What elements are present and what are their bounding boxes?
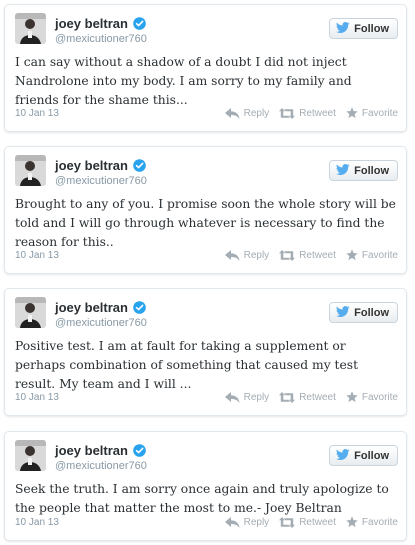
follow-label: Follow — [354, 22, 389, 35]
favorite-label: Favorite — [361, 391, 398, 403]
star-icon — [346, 249, 358, 261]
reply-button[interactable]: Reply — [224, 391, 270, 403]
follow-label: Follow — [354, 449, 389, 462]
retweet-label: Retweet — [299, 516, 336, 528]
user-handle[interactable]: @mexicutioner760 — [55, 33, 147, 45]
reply-button[interactable]: Reply — [224, 516, 270, 528]
retweet-label: Retweet — [299, 107, 336, 119]
retweet-icon — [279, 249, 296, 261]
tweet-footer: 10 Jan 13 Reply Retweet Favorite — [15, 389, 398, 405]
user-handle[interactable]: @mexicutioner760 — [55, 460, 147, 472]
favorite-button[interactable]: Favorite — [346, 249, 398, 261]
follow-button[interactable]: Follow — [329, 302, 398, 323]
retweet-button[interactable]: Retweet — [279, 107, 336, 119]
retweet-icon — [279, 516, 296, 528]
tweet-card: joey beltran @mexicutioner760 Follow Pos… — [4, 288, 407, 416]
twitter-bird-icon — [336, 304, 350, 322]
tweet-card: joey beltran @mexicutioner760 Follow Bro… — [4, 146, 407, 274]
avatar[interactable] — [15, 440, 46, 471]
follow-label: Follow — [354, 164, 389, 177]
follow-button[interactable]: Follow — [329, 18, 398, 39]
follow-label: Follow — [354, 306, 389, 319]
tweet-header: joey beltran @mexicutioner760 Follow — [15, 297, 398, 333]
tweet-text: Brought to any of you. I promise soon th… — [15, 197, 396, 249]
star-icon — [346, 391, 358, 403]
avatar[interactable] — [15, 13, 46, 44]
tweet-date[interactable]: 10 Jan 13 — [15, 392, 59, 403]
retweet-label: Retweet — [299, 391, 336, 403]
user-name[interactable]: joey beltran — [55, 16, 128, 31]
user-name[interactable]: joey beltran — [55, 300, 128, 315]
tweet-header: joey beltran @mexicutioner760 Follow — [15, 440, 398, 476]
star-icon — [346, 107, 358, 119]
tweet-header: joey beltran @mexicutioner760 Follow — [15, 155, 398, 191]
tweet-footer: 10 Jan 13 Reply Retweet Favorite — [15, 514, 398, 530]
verified-badge-icon — [133, 300, 146, 314]
retweet-button[interactable]: Retweet — [279, 249, 336, 261]
favorite-button[interactable]: Favorite — [346, 516, 398, 528]
avatar[interactable] — [15, 155, 46, 186]
tweet-text: Seek the truth. I am sorry once again an… — [15, 482, 389, 515]
tweet-header: joey beltran @mexicutioner760 Follow — [15, 13, 398, 49]
tweet-card: joey beltran @mexicutioner760 Follow I c… — [4, 4, 407, 132]
tweet-text: I can say without a shadow of a doubt I … — [15, 55, 352, 107]
verified-badge-icon — [133, 16, 146, 30]
reply-label: Reply — [243, 249, 270, 261]
favorite-button[interactable]: Favorite — [346, 107, 398, 119]
reply-arrow-icon — [224, 516, 240, 528]
user-name[interactable]: joey beltran — [55, 158, 128, 173]
tweet-footer: 10 Jan 13 Reply Retweet Favorite — [15, 247, 398, 263]
user-handle[interactable]: @mexicutioner760 — [55, 317, 147, 329]
twitter-bird-icon — [336, 162, 350, 180]
reply-arrow-icon — [224, 249, 240, 261]
avatar[interactable] — [15, 297, 46, 328]
favorite-label: Favorite — [361, 249, 398, 261]
twitter-bird-icon — [336, 20, 350, 38]
tweet-date[interactable]: 10 Jan 13 — [15, 250, 59, 261]
tweet-date[interactable]: 10 Jan 13 — [15, 108, 59, 119]
retweet-button[interactable]: Retweet — [279, 391, 336, 403]
reply-label: Reply — [243, 107, 270, 119]
reply-label: Reply — [243, 516, 270, 528]
retweet-button[interactable]: Retweet — [279, 516, 336, 528]
favorite-label: Favorite — [361, 516, 398, 528]
retweet-icon — [279, 107, 296, 119]
twitter-bird-icon — [336, 447, 350, 465]
follow-button[interactable]: Follow — [329, 445, 398, 466]
reply-button[interactable]: Reply — [224, 249, 270, 261]
tweet-card: joey beltran @mexicutioner760 Follow See… — [4, 431, 407, 541]
reply-arrow-icon — [224, 391, 240, 403]
retweet-icon — [279, 391, 296, 403]
user-name[interactable]: joey beltran — [55, 443, 128, 458]
tweet-footer: 10 Jan 13 Reply Retweet Favorite — [15, 105, 398, 121]
star-icon — [346, 516, 358, 528]
verified-badge-icon — [133, 158, 146, 172]
tweet-text: Positive test. I am at fault for taking … — [15, 339, 359, 391]
user-handle[interactable]: @mexicutioner760 — [55, 175, 147, 187]
verified-badge-icon — [133, 443, 146, 457]
reply-arrow-icon — [224, 107, 240, 119]
reply-button[interactable]: Reply — [224, 107, 270, 119]
retweet-label: Retweet — [299, 249, 336, 261]
tweet-date[interactable]: 10 Jan 13 — [15, 517, 59, 528]
follow-button[interactable]: Follow — [329, 160, 398, 181]
reply-label: Reply — [243, 391, 270, 403]
favorite-label: Favorite — [361, 107, 398, 119]
favorite-button[interactable]: Favorite — [346, 391, 398, 403]
